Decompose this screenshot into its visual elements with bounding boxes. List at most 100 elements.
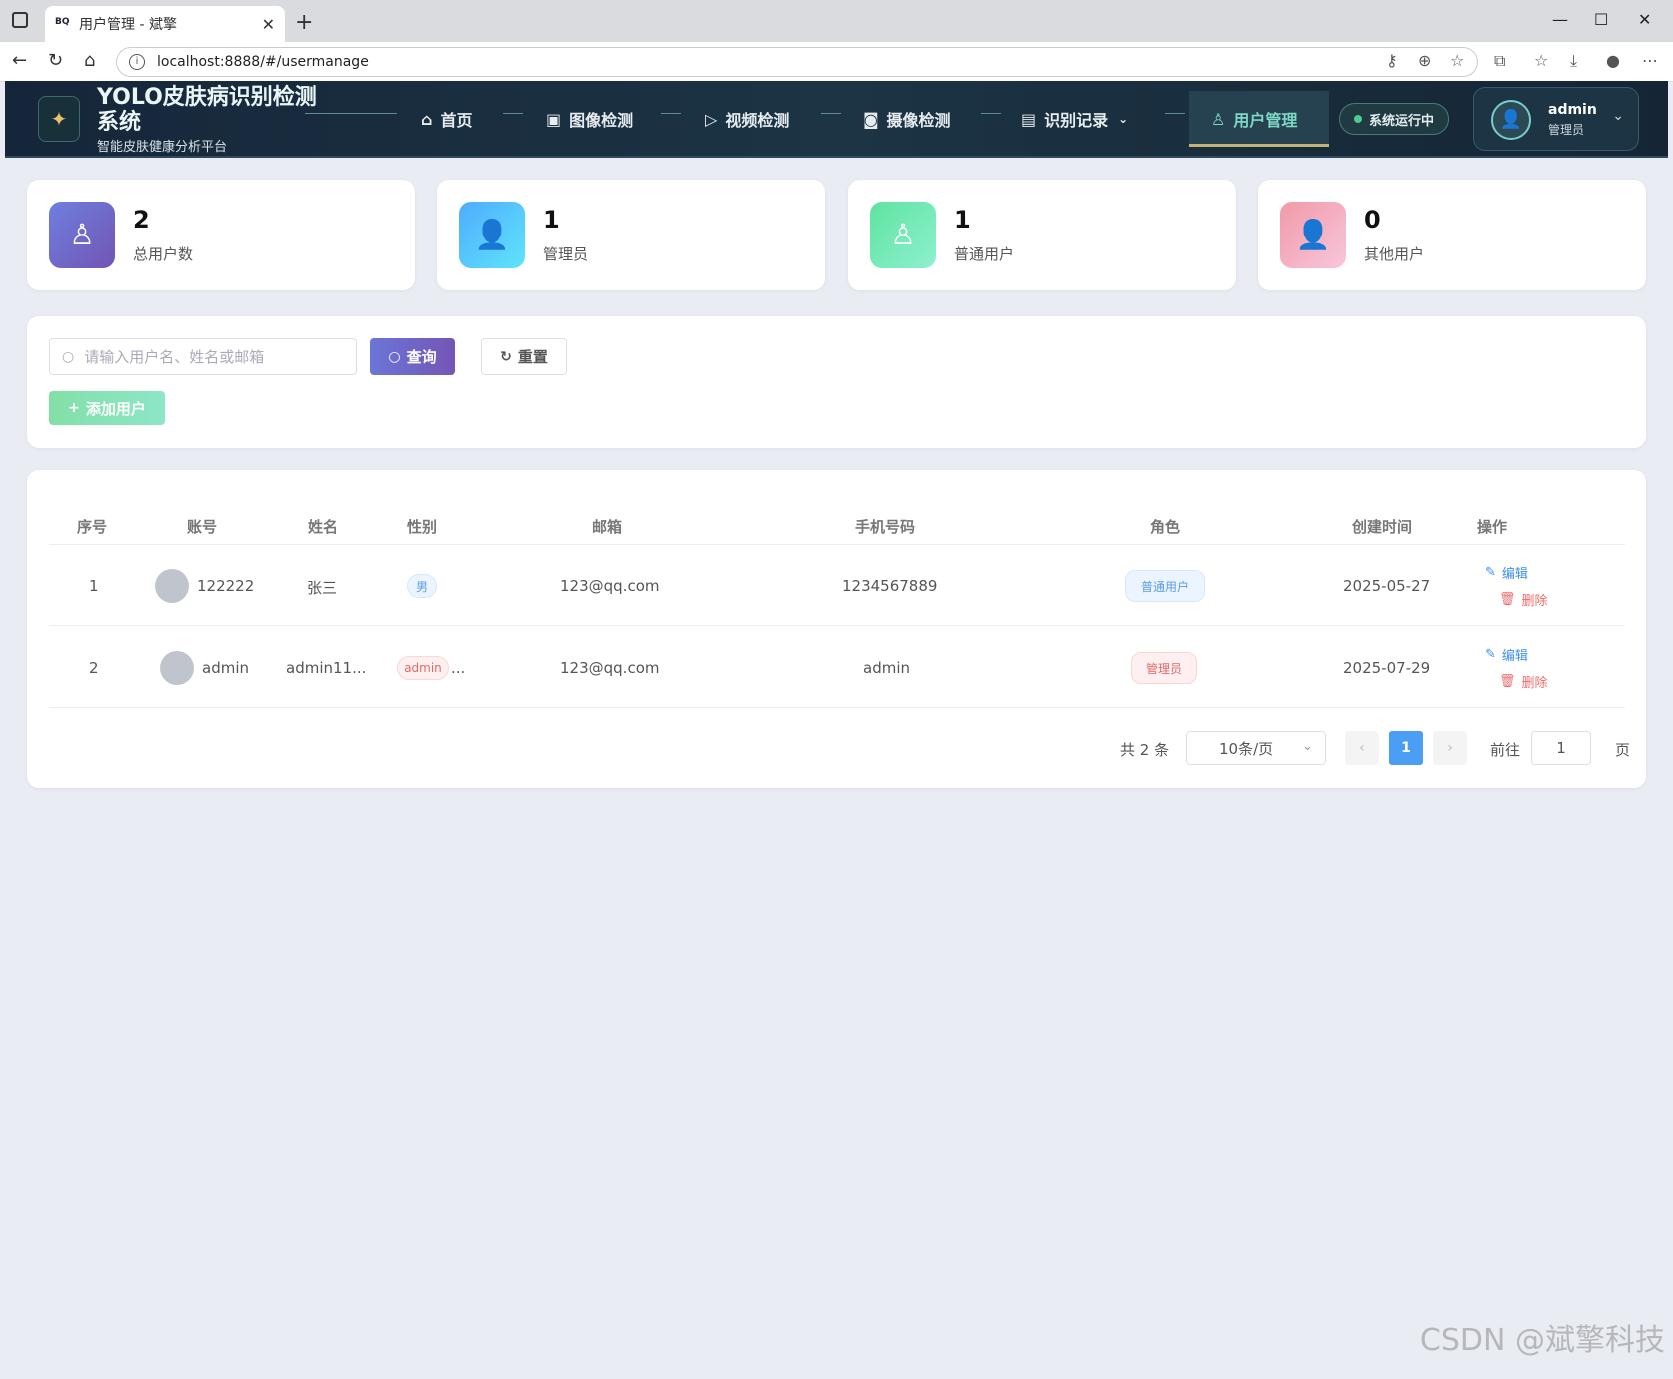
cell-index: 1 bbox=[89, 577, 99, 595]
favorites-icon[interactable]: ☆ bbox=[1534, 51, 1548, 70]
chevron-down-icon: ⌄ bbox=[1612, 108, 1624, 124]
document-icon: ▤ bbox=[1021, 109, 1037, 129]
user-icon: ♙ bbox=[1211, 109, 1226, 129]
download-icon[interactable]: ⤓ bbox=[1570, 51, 1577, 71]
column-header: 邮箱 bbox=[592, 518, 623, 536]
home-icon: ⌂ bbox=[421, 109, 433, 129]
nav-camera-detect[interactable]: ◙ 摄像检测 bbox=[863, 107, 951, 131]
stat-label: 总用户数 bbox=[133, 245, 194, 263]
minimize-icon[interactable]: — bbox=[1552, 10, 1568, 29]
nav-user-manage[interactable]: ♙ 用户管理 bbox=[1211, 107, 1297, 131]
key-icon[interactable]: ⚷ bbox=[1386, 51, 1398, 70]
decor-line bbox=[821, 113, 841, 114]
column-header: 序号 bbox=[77, 518, 108, 536]
decor-line bbox=[981, 113, 1001, 114]
avatar bbox=[160, 651, 194, 685]
watermark: CSDN @斌擎科技 bbox=[1419, 1323, 1665, 1358]
trash-icon: 🗑 bbox=[1499, 592, 1516, 607]
maximize-icon[interactable]: ☐ bbox=[1594, 10, 1608, 29]
browser-tab[interactable]: BQ 用户管理 - 斌擎 ✕ bbox=[45, 6, 285, 42]
search-icon: ○ bbox=[388, 348, 401, 365]
role-tag: 管理员 bbox=[1131, 652, 1197, 684]
cell-created: 2025-05-27 bbox=[1343, 577, 1431, 595]
column-header: 手机号码 bbox=[855, 518, 916, 536]
query-button[interactable]: ○ 查询 bbox=[370, 338, 455, 375]
cell-phone: 1234567889 bbox=[842, 577, 938, 595]
app-subtitle: 智能皮肤健康分析平台 bbox=[97, 140, 228, 155]
refresh-icon: ↻ bbox=[500, 348, 512, 365]
browser-titlebar: BQ 用户管理 - 斌擎 ✕ + — ☐ ✕ bbox=[0, 0, 1673, 42]
column-header: 创建时间 bbox=[1352, 518, 1413, 536]
decor-line bbox=[1165, 113, 1185, 114]
status-badge: 系统运行中 bbox=[1339, 103, 1449, 135]
stat-label: 普通用户 bbox=[954, 245, 1015, 263]
row-divider bbox=[49, 707, 1625, 708]
column-header: 账号 bbox=[187, 518, 218, 536]
app-title: YOLO皮肤病识别检测系统 bbox=[97, 85, 317, 135]
logo-icon: ✦ bbox=[38, 96, 80, 142]
home-icon[interactable]: ⌂ bbox=[84, 50, 95, 71]
user-menu[interactable]: 👤 admin 管理员 ⌄ bbox=[1473, 87, 1639, 151]
cell-email: 123@qq.com bbox=[560, 577, 660, 595]
cell-name: 张三 bbox=[307, 579, 338, 597]
close-tab-icon[interactable]: ✕ bbox=[262, 15, 275, 34]
cell-created: 2025-07-29 bbox=[1343, 659, 1431, 677]
nav-image-detect[interactable]: ▣ 图像检测 bbox=[546, 107, 633, 131]
app-header: ✦ YOLO皮肤病识别检测系统 智能皮肤健康分析平台 ⌂ 首页 ▣ 图像检测 ▷… bbox=[5, 81, 1668, 158]
user-name: admin bbox=[1548, 102, 1597, 118]
search-input[interactable]: ○ 请输入用户名、姓名或邮箱 bbox=[49, 338, 357, 375]
delete-button[interactable]: 🗑 删除 bbox=[1499, 672, 1548, 691]
stat-card-total: ♙ 2 总用户数 bbox=[27, 180, 415, 290]
play-circle-icon: ▷ bbox=[705, 109, 718, 129]
delete-button[interactable]: 🗑 删除 bbox=[1499, 590, 1548, 609]
cell-name: admin11... bbox=[286, 659, 367, 677]
edit-icon: ✎ bbox=[1485, 647, 1496, 662]
stat-value: 0 bbox=[1364, 206, 1381, 234]
camera-icon: ◙ bbox=[863, 109, 879, 129]
chevron-down-icon: ⌄ bbox=[1118, 112, 1129, 126]
page-size-select[interactable]: 10条/页 ⌄ bbox=[1186, 731, 1326, 765]
add-user-button[interactable]: + 添加用户 bbox=[49, 391, 165, 425]
chevron-down-icon: ⌄ bbox=[1302, 739, 1313, 754]
trash-icon: 🗑 bbox=[1499, 674, 1516, 689]
column-header: 性别 bbox=[407, 518, 438, 536]
close-window-icon[interactable]: ✕ bbox=[1638, 10, 1651, 29]
favicon-icon: BQ bbox=[55, 17, 70, 27]
user-outline-icon: ♙ bbox=[870, 202, 936, 268]
column-header: 姓名 bbox=[308, 518, 339, 536]
status-dot-icon bbox=[1353, 115, 1362, 123]
reload-icon[interactable]: ↻ bbox=[48, 50, 63, 71]
page-number-button[interactable]: 1 bbox=[1389, 731, 1423, 765]
address-bar[interactable]: i localhost:8888/#/usermanage bbox=[116, 47, 1478, 77]
back-icon[interactable]: ← bbox=[12, 50, 27, 71]
reset-button[interactable]: ↻ 重置 bbox=[481, 338, 567, 375]
prev-page-button[interactable]: ‹ bbox=[1345, 731, 1379, 765]
next-page-button[interactable]: › bbox=[1433, 731, 1467, 765]
profile-icon[interactable]: ● bbox=[1606, 51, 1620, 70]
zoom-icon[interactable]: ⊕ bbox=[1418, 51, 1431, 70]
favorite-star-icon[interactable]: ☆ bbox=[1450, 51, 1464, 70]
search-panel: ○ 请输入用户名、姓名或邮箱 ○ 查询 ↻ 重置 + 添加用户 bbox=[27, 316, 1646, 448]
stat-card-normal: ♙ 1 普通用户 bbox=[848, 180, 1236, 290]
goto-page-input[interactable]: 1 bbox=[1531, 731, 1591, 765]
browser-toolbar: ← ↻ ⌂ i localhost:8888/#/usermanage ⚷ ⊕ … bbox=[0, 42, 1673, 82]
tab-title: 用户管理 - 斌擎 bbox=[79, 17, 177, 33]
edit-button[interactable]: ✎ 编辑 bbox=[1485, 645, 1528, 664]
extensions-icon[interactable]: ⧉ bbox=[1494, 51, 1505, 71]
nav-records[interactable]: ▤ 识别记录 ⌄ bbox=[1021, 107, 1128, 131]
edit-icon: ✎ bbox=[1485, 565, 1496, 580]
edit-button[interactable]: ✎ 编辑 bbox=[1485, 563, 1528, 582]
gender-tag: admin bbox=[397, 656, 449, 680]
new-tab-icon[interactable]: + bbox=[295, 10, 313, 35]
avatar-icon: 👤 bbox=[1491, 100, 1531, 140]
row-divider bbox=[49, 625, 1625, 626]
nav-video-detect[interactable]: ▷ 视频检测 bbox=[705, 107, 789, 131]
stat-label: 管理员 bbox=[543, 245, 589, 263]
avatar bbox=[155, 569, 189, 603]
more-icon[interactable]: ⋯ bbox=[1642, 51, 1658, 70]
user-table: 序号 账号 姓名 性别 邮箱 手机号码 角色 创建时间 操作 1 122222 … bbox=[27, 470, 1646, 788]
site-info-icon[interactable]: i bbox=[129, 54, 145, 70]
decor-line bbox=[503, 113, 523, 114]
sidebar-toggle-icon[interactable] bbox=[12, 12, 28, 28]
nav-home[interactable]: ⌂ 首页 bbox=[421, 107, 472, 131]
